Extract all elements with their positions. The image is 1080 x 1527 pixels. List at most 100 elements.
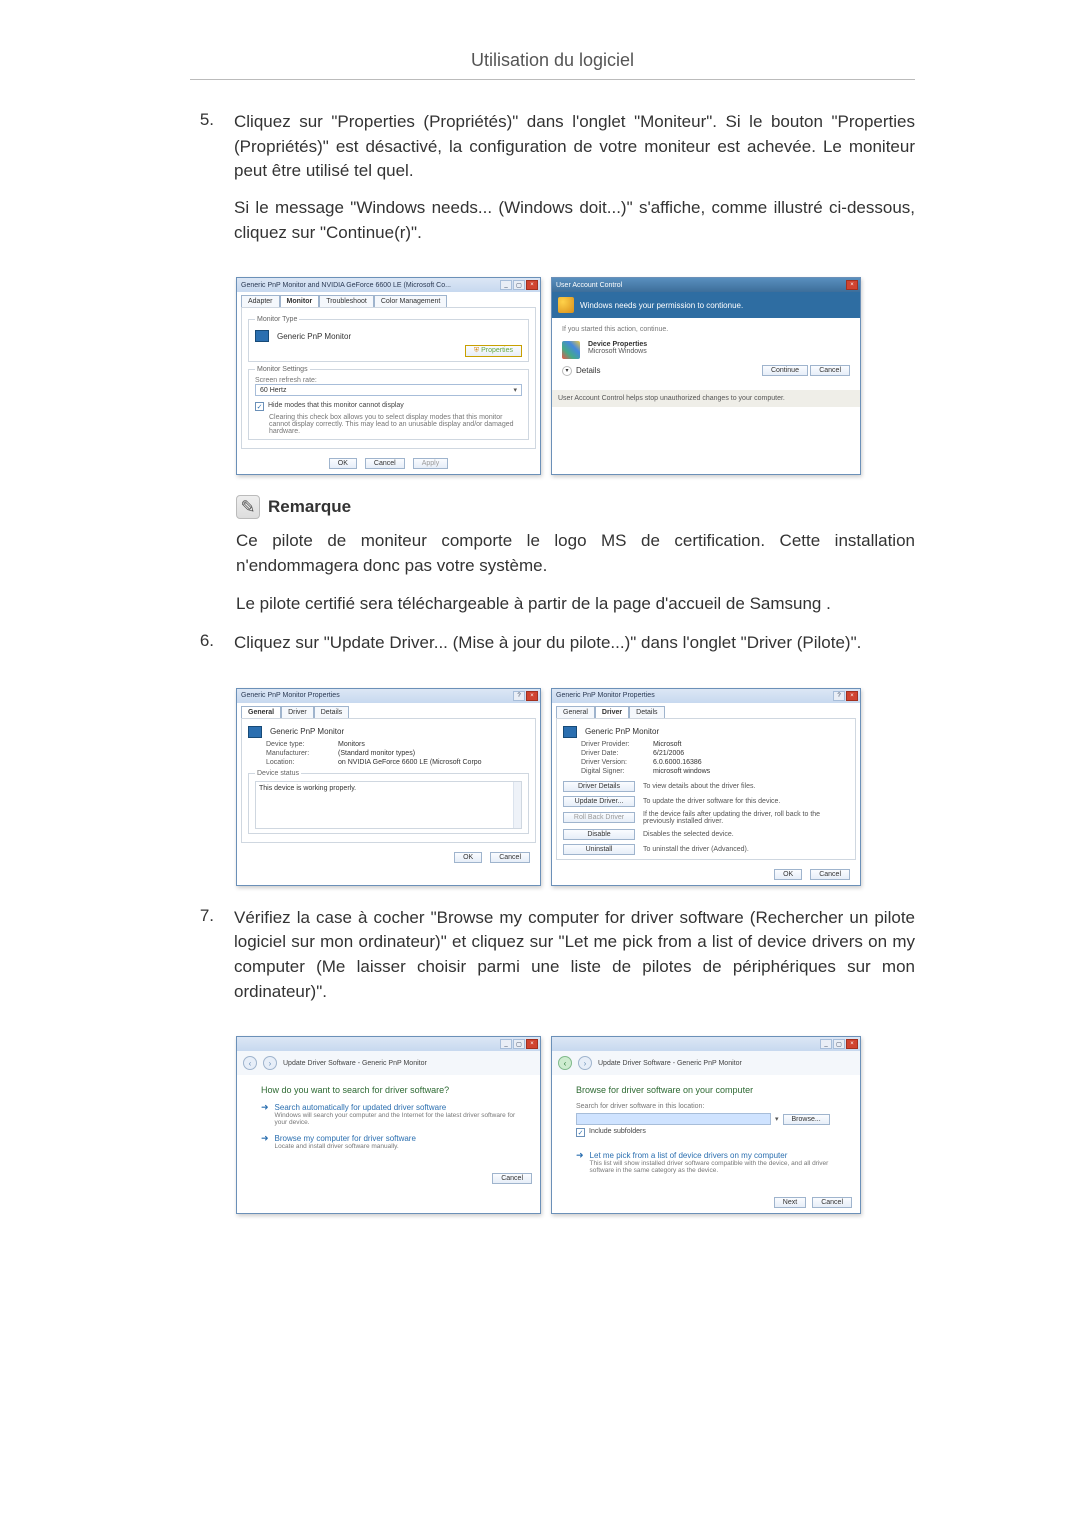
chevron-down-icon[interactable]: ▾ (562, 366, 572, 376)
hide-modes-checkbox[interactable]: ✓ (255, 402, 264, 411)
kv-val: microsoft windows (653, 768, 849, 775)
monitor-icon (248, 726, 262, 738)
action-desc: To update the driver software for this d… (643, 798, 849, 805)
tab-general[interactable]: General (241, 706, 281, 718)
tab-color-management[interactable]: Color Management (374, 295, 448, 307)
close-icon[interactable]: × (846, 691, 858, 701)
hide-modes-note: Clearing this check box allows you to se… (269, 414, 522, 435)
close-icon[interactable]: × (526, 280, 538, 290)
kv-val: 6.0.6000.16386 (653, 759, 849, 766)
help-icon[interactable]: ? (513, 691, 525, 701)
details-toggle[interactable]: Details (576, 366, 600, 375)
tab-general[interactable]: General (556, 706, 595, 718)
forward-icon: › (263, 1056, 277, 1070)
wizard-title: Update Driver Software - Generic PnP Mon… (283, 1060, 427, 1067)
cancel-button[interactable]: Cancel (365, 458, 405, 469)
refresh-rate-select[interactable]: 60 Hertz ▾ (255, 384, 522, 396)
shield-icon: ⛨ (474, 347, 479, 354)
option-browse-computer[interactable]: ➜ Browse my computer for driver software… (261, 1134, 516, 1150)
option-subtitle: Locate and install driver software manua… (275, 1143, 416, 1150)
scrollbar[interactable] (513, 782, 521, 828)
back-icon[interactable]: ‹ (558, 1056, 572, 1070)
tab-troubleshoot[interactable]: Troubleshoot (319, 295, 374, 307)
properties-button[interactable]: Properties (481, 347, 513, 354)
uac-app-name: Device Properties (588, 341, 647, 348)
option-title: Browse my computer for driver software (275, 1134, 416, 1143)
continue-button[interactable]: Continue (762, 365, 808, 376)
step-5-text-a: Cliquez sur "Properties (Propriétés)" da… (234, 110, 915, 184)
uninstall-button[interactable]: Uninstall (563, 844, 635, 855)
tab-details[interactable]: Details (314, 706, 349, 718)
kv-key: Driver Provider: (581, 741, 653, 748)
update-driver-button[interactable]: Update Driver... (563, 796, 635, 807)
uac-dialog: User Account Control × Windows needs you… (551, 277, 861, 475)
device-name: Generic PnP Monitor (270, 727, 344, 736)
wizard-title: Update Driver Software - Generic PnP Mon… (598, 1060, 742, 1067)
chevron-down-icon[interactable]: ▾ (775, 1115, 779, 1123)
option-pick-from-list[interactable]: ➜ Let me pick from a list of device driv… (576, 1151, 836, 1174)
action-desc: To uninstall the driver (Advanced). (643, 846, 849, 853)
tab-adapter[interactable]: Adapter (241, 295, 280, 307)
properties-general-dialog: Generic PnP Monitor Properties ? × Gener… (236, 688, 541, 886)
close-icon[interactable]: × (526, 691, 538, 701)
kv-key: Location: (266, 759, 338, 766)
ok-button[interactable]: OK (454, 852, 482, 863)
include-subfolders-label: Include subfolders (589, 1128, 646, 1135)
kv-val: on NVIDIA GeForce 6600 LE (Microsoft Cor… (338, 759, 529, 766)
monitor-settings-legend: Monitor Settings (255, 366, 310, 373)
ok-button[interactable]: OK (774, 869, 802, 880)
monitor-icon (255, 330, 269, 342)
driver-details-button[interactable]: Driver Details (563, 781, 635, 792)
kv-val: Monitors (338, 741, 529, 748)
minimize-icon[interactable]: _ (500, 280, 512, 290)
uac-headline: Windows needs your permission to contion… (580, 301, 743, 310)
maximize-icon[interactable]: ▢ (833, 1039, 845, 1049)
close-icon[interactable]: × (846, 1039, 858, 1049)
back-icon[interactable]: ‹ (243, 1056, 257, 1070)
cancel-button[interactable]: Cancel (492, 1173, 532, 1184)
tab-details[interactable]: Details (629, 706, 664, 718)
ok-button[interactable]: OK (329, 458, 357, 469)
step-number-6: 6. (190, 631, 214, 668)
chevron-down-icon: ▾ (513, 386, 517, 394)
maximize-icon[interactable]: ▢ (513, 1039, 525, 1049)
wizard-heading: Browse for driver software on your compu… (576, 1085, 836, 1095)
app-icon (562, 341, 580, 359)
roll-back-driver-button[interactable]: Roll Back Driver (563, 812, 635, 823)
help-icon[interactable]: ? (833, 691, 845, 701)
wizard-heading: How do you want to search for driver sof… (261, 1085, 516, 1095)
browse-button[interactable]: Browse... (783, 1114, 830, 1125)
step-7-text: Vérifiez la case à cocher "Browse my com… (234, 906, 915, 1005)
action-desc: If the device fails after updating the d… (643, 811, 849, 825)
minimize-icon[interactable]: _ (820, 1039, 832, 1049)
forward-icon: › (578, 1056, 592, 1070)
monitor-type-legend: Monitor Type (255, 316, 299, 323)
close-icon[interactable]: × (846, 280, 858, 290)
kv-key: Driver Date: (581, 750, 653, 757)
option-title: Let me pick from a list of device driver… (590, 1151, 836, 1160)
tab-driver[interactable]: Driver (281, 706, 314, 718)
disable-button[interactable]: Disable (563, 829, 635, 840)
include-subfolders-checkbox[interactable]: ✓ (576, 1128, 585, 1137)
cancel-button[interactable]: Cancel (810, 365, 850, 376)
kv-key: Digital Signer: (581, 768, 653, 775)
maximize-icon[interactable]: ▢ (513, 280, 525, 290)
next-button[interactable]: Next (774, 1197, 806, 1208)
properties-driver-dialog: Generic PnP Monitor Properties ? × Gener… (551, 688, 861, 886)
device-status-text: This device is working properly. (256, 782, 359, 828)
tab-monitor[interactable]: Monitor (280, 295, 320, 307)
cancel-button[interactable]: Cancel (490, 852, 530, 863)
minimize-icon[interactable]: _ (500, 1039, 512, 1049)
tab-driver[interactable]: Driver (595, 706, 629, 718)
option-search-automatically[interactable]: ➜ Search automatically for updated drive… (261, 1103, 516, 1126)
search-location-input[interactable] (576, 1113, 771, 1125)
arrow-right-icon: ➜ (261, 1134, 269, 1150)
action-desc: To view details about the driver files. (643, 783, 849, 790)
cancel-button[interactable]: Cancel (810, 869, 850, 880)
close-icon[interactable]: × (526, 1039, 538, 1049)
apply-button[interactable]: Apply (413, 458, 449, 469)
kv-key: Driver Version: (581, 759, 653, 766)
action-desc: Disables the selected device. (643, 831, 849, 838)
cancel-button[interactable]: Cancel (812, 1197, 852, 1208)
update-driver-wizard-search: _ ▢ × ‹ › Update Driver Software - Gener… (236, 1036, 541, 1214)
